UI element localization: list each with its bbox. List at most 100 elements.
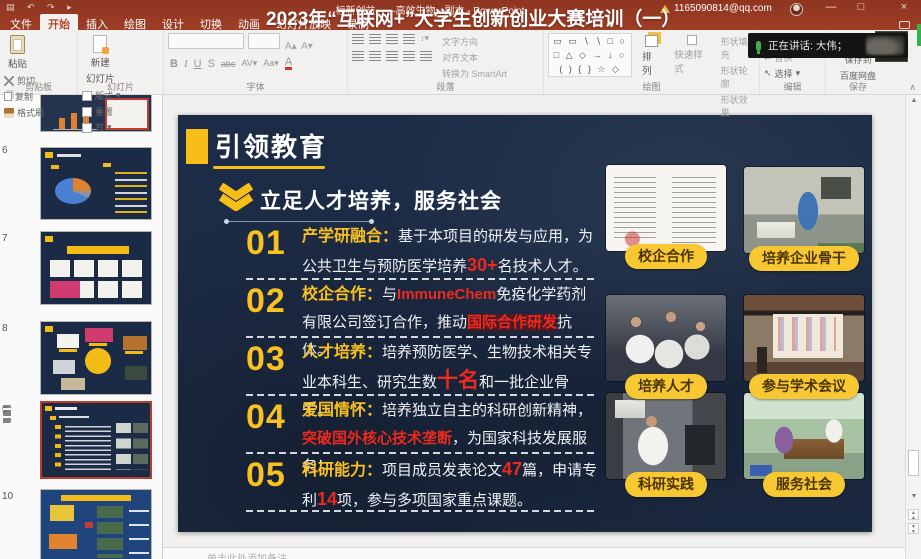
next-slide-button[interactable]: ▼▼	[908, 523, 919, 534]
scroll-up-icon[interactable]: ▲	[906, 97, 921, 104]
item-text: 科研能力：项目成员发表论文47篇，申请专利14项，参与多项国家重点课题。	[302, 454, 598, 512]
paste-button[interactable]: 粘贴	[4, 33, 31, 72]
item-number: 05	[246, 454, 302, 512]
change-case-button[interactable]: Aa▾	[263, 58, 279, 69]
tab-file[interactable]: 文件	[2, 14, 40, 30]
numbering-button[interactable]	[369, 34, 381, 44]
previous-slide-button[interactable]: ▲▲	[908, 509, 919, 520]
arrange-button[interactable]: 排列	[638, 33, 664, 119]
quick-access-toolbar[interactable]: ▤ ↶ ↷ ▸	[6, 2, 77, 13]
list-item-05: 05 科研能力：项目成员发表论文47篇，申请专利14项，参与多项国家重点课题。	[246, 454, 602, 512]
shapes-gallery[interactable]: ▭ ▭ ∖ ∖ □ ○□ △ ◇ → ↓ ○( ) { } ☆ ◇	[548, 33, 632, 77]
font-name-combo[interactable]	[168, 33, 244, 49]
shape-effects-button[interactable]: 形状效果	[721, 93, 755, 119]
tab-transitions[interactable]: 切换	[192, 14, 230, 30]
paste-icon	[10, 35, 25, 54]
comments-icon[interactable]	[899, 21, 910, 29]
font-size-combo[interactable]	[248, 33, 280, 49]
increase-indent-button[interactable]	[403, 34, 415, 44]
notes-pane[interactable]: 单击此处添加备注	[163, 547, 905, 559]
item-number: 03	[246, 338, 302, 396]
group-label: 保存	[826, 80, 890, 93]
shrink-font-button[interactable]: A▾	[301, 41, 313, 52]
lab-team-photo	[606, 295, 726, 381]
group-label: 编辑	[760, 80, 825, 93]
quick-styles-icon	[687, 35, 697, 45]
align-left-button[interactable]	[352, 51, 364, 61]
group-label: 字体	[164, 80, 347, 93]
slide-heading[interactable]: 立足人才培养，服务社会	[260, 185, 502, 215]
notes-placeholder: 单击此处添加备注	[207, 550, 287, 559]
select-button[interactable]: ↖选择 ▾	[764, 67, 800, 80]
photo-social-service[interactable]: 服务社会	[744, 393, 864, 497]
photo-label: 服务社会	[763, 472, 845, 497]
photo-school-enterprise-cooperation[interactable]: 校企合作	[606, 165, 726, 269]
tab-animations[interactable]: 动画	[230, 14, 268, 30]
reset-button[interactable]: 重置	[82, 105, 121, 118]
collapse-ribbon-icon[interactable]: ∧	[909, 82, 916, 93]
columns-button[interactable]	[420, 51, 432, 61]
tab-design[interactable]: 设计	[154, 14, 192, 30]
minimize-button[interactable]: —	[820, 1, 842, 13]
restore-button[interactable]: □	[850, 1, 872, 13]
photo-academic-conference[interactable]: 参与学术会议	[744, 295, 864, 399]
slide-thumbnail-10[interactable]	[40, 489, 152, 559]
item-text: 爱国情怀：培养独立自主的科研创新精神，突破国外核心技术垄断，为国家科技发展服务！	[302, 396, 598, 454]
scroll-down-icon[interactable]: ▼	[906, 493, 921, 500]
strikethrough-button[interactable]: abc	[221, 59, 236, 69]
user-avatar-icon[interactable]	[790, 3, 803, 16]
slide-thumbnail-6[interactable]	[40, 147, 152, 220]
list-item-02: 02 校企合作：与ImmuneChem免疫化学药剂有限公司签订合作，推动国际合作…	[246, 280, 602, 338]
slide-thumbnail-8[interactable]	[40, 321, 152, 395]
photo-talent-training[interactable]: 培养人才	[606, 295, 726, 399]
current-slide[interactable]: 引领教育 立足人才培养，服务社会 01 产学研融合：基于本项目的研发与应用，为公…	[178, 115, 872, 532]
section-button[interactable]: 节 ▾	[82, 121, 121, 134]
grow-font-button[interactable]: A▴	[285, 41, 297, 52]
italic-button[interactable]: I	[184, 58, 188, 70]
align-center-button[interactable]	[369, 51, 381, 61]
list-item-01: 01 产学研融合：基于本项目的研发与应用，为公共卫生与预防医学培养30+名技术人…	[246, 222, 602, 280]
speaking-banner: 正在讲话: 大伟；	[748, 33, 908, 58]
photo-label: 参与学术会议	[749, 374, 859, 399]
decrease-indent-button[interactable]	[386, 34, 398, 44]
text-shadow-button[interactable]: S	[208, 58, 215, 70]
slide-title[interactable]: 引领教育	[215, 127, 327, 164]
slide-thumbnail-9-selected[interactable]	[40, 401, 152, 479]
font-color-button[interactable]: A	[285, 57, 292, 70]
scrollbar-thumb[interactable]	[908, 450, 919, 476]
group-drawing: ▭ ▭ ∖ ∖ □ ○□ △ ◇ → ↓ ○( ) { } ☆ ◇ 排列 快速样…	[544, 30, 760, 94]
format-painter-button[interactable]: 格式刷	[4, 106, 44, 119]
tab-home[interactable]: 开始	[40, 14, 78, 30]
photo-label: 培养人才	[625, 374, 707, 399]
photo-enterprise-staff-training[interactable]: 培养企业骨干	[744, 167, 864, 271]
text-direction-button[interactable]: 文字方向	[442, 35, 507, 48]
bullets-button[interactable]	[352, 34, 364, 44]
slide-item-list[interactable]: 01 产学研融合：基于本项目的研发与应用，为公共卫生与预防医学培养30+名技术人…	[246, 222, 602, 512]
bold-button[interactable]: B	[170, 58, 178, 70]
quick-styles-button[interactable]: 快速样式	[670, 33, 714, 119]
underline-button[interactable]: U	[194, 58, 202, 70]
vertical-scrollbar[interactable]: ▲ ▼ ▲▲ ▼▼	[905, 95, 921, 559]
slide-thumbnail-7[interactable]	[40, 231, 152, 305]
slide-thumbnail-panel[interactable]: 6 7 8 9 10	[0, 95, 163, 559]
arrange-icon	[645, 35, 658, 47]
title-tag-square	[186, 129, 208, 164]
slide-editing-canvas[interactable]: 引领教育 立足人才培养，服务社会 01 产学研融合：基于本项目的研发与应用，为公…	[163, 95, 905, 559]
title-underline	[213, 166, 325, 169]
align-right-button[interactable]	[386, 51, 398, 61]
smartart-button[interactable]: 转换为 SmartArt	[442, 67, 507, 80]
group-label: 段落	[348, 80, 543, 93]
floating-hamburger-widget[interactable]	[0, 402, 14, 426]
lecture-overlay-title: 2023年“互联网+”大学生创新创业大赛培训（一）	[266, 4, 680, 31]
photo-research-practice[interactable]: 科研实践	[606, 393, 726, 497]
tab-insert[interactable]: 插入	[78, 14, 116, 30]
close-button[interactable]: ×	[893, 1, 915, 13]
list-item-04: 04 爱国情怀：培养独立自主的科研创新精神，突破国外核心技术垄断，为国家科技发展…	[246, 396, 602, 454]
tab-draw[interactable]: 绘图	[116, 14, 154, 30]
character-spacing-button[interactable]: AV▾	[241, 58, 257, 69]
align-text-button[interactable]: 对齐文本	[442, 51, 507, 64]
slide-number: 7	[2, 233, 22, 244]
new-slide-button[interactable]: 新建幻灯片	[82, 33, 119, 87]
justify-button[interactable]	[403, 51, 415, 61]
line-spacing-button[interactable]: ↕▾	[420, 33, 429, 44]
